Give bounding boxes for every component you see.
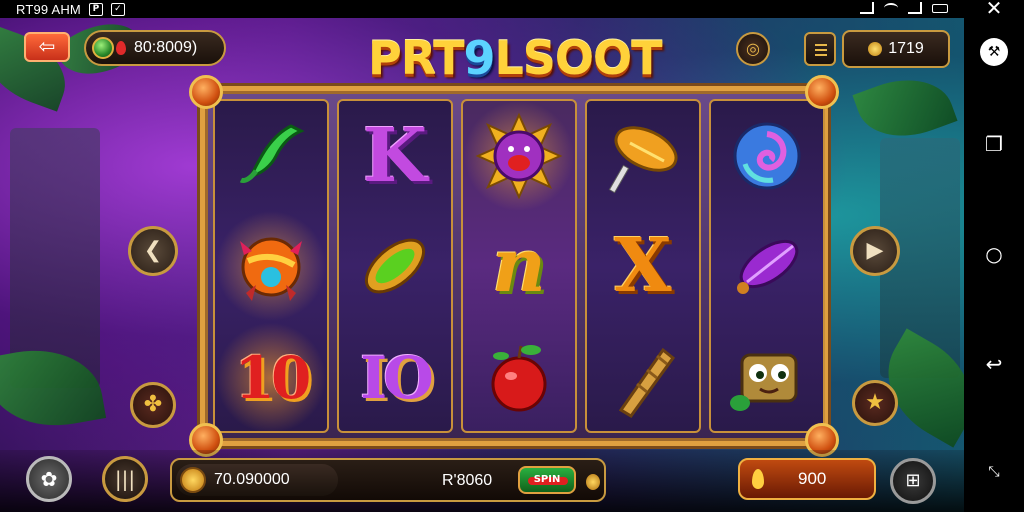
reel-3: n bbox=[461, 99, 577, 433]
bonus-button[interactable]: ✤ bbox=[130, 382, 176, 428]
gem-icon bbox=[92, 37, 114, 59]
tool-icon[interactable]: ⚒ bbox=[980, 38, 1008, 66]
balance-value: 80:8009) bbox=[134, 39, 198, 56]
clover-icon: ✤ bbox=[143, 392, 163, 417]
logo-text-c: LSOOT bbox=[494, 31, 662, 85]
coin-icon bbox=[586, 474, 600, 490]
box-creature-icon bbox=[730, 353, 798, 411]
back-button[interactable]: ⇦ bbox=[24, 32, 70, 62]
bet-panel: 70.090000 R'8060 SPIN bbox=[170, 458, 606, 502]
p-icon: P bbox=[88, 2, 103, 16]
drop-icon bbox=[116, 41, 126, 55]
bars-icon: ||| bbox=[114, 467, 136, 491]
symbol-leaf-horn bbox=[215, 101, 327, 211]
symbol-horn bbox=[587, 323, 699, 431]
reel-2: K IO bbox=[337, 99, 453, 433]
symbol-swirl-orb bbox=[711, 101, 823, 211]
coin-shop-button[interactable]: ◎ bbox=[736, 32, 770, 66]
game-logo: PRT9LSOOT bbox=[368, 30, 663, 86]
arrow-left-icon: ⇦ bbox=[38, 34, 56, 58]
symbol-letter-k: K bbox=[362, 113, 428, 199]
recents-icon[interactable]: ❐ bbox=[982, 132, 1006, 156]
bet-display[interactable]: 70.090000 bbox=[176, 464, 338, 496]
apple-icon bbox=[491, 345, 547, 412]
fullscreen-button[interactable]: ⊞ bbox=[890, 458, 936, 504]
symbol-sun-face bbox=[463, 101, 575, 211]
balance-display: 80:8009) bbox=[84, 30, 226, 66]
symbol-spiked-orb bbox=[215, 211, 327, 321]
logo-text-b: 9 bbox=[463, 31, 495, 85]
symbol-letter-x: X bbox=[614, 223, 672, 309]
spiked-orb-icon bbox=[240, 237, 302, 301]
coins-value: 1719 bbox=[888, 40, 924, 57]
symbol-box-creature bbox=[711, 323, 823, 431]
total-value: 900 bbox=[798, 469, 827, 488]
close-icon[interactable]: ✕ bbox=[982, 0, 1006, 20]
reel-4: X bbox=[585, 99, 701, 433]
previous-button[interactable]: ❮ bbox=[128, 226, 178, 276]
reel-5 bbox=[709, 99, 825, 433]
bottom-bar: ✿ ||| 70.090000 R'8060 SPIN 900 ⊞ bbox=[0, 450, 964, 512]
symbol-purple-leaf bbox=[711, 211, 823, 321]
leaf-horn-icon bbox=[239, 124, 305, 183]
status-bar: RT99 AHM P ✓ bbox=[0, 0, 964, 18]
flower-icon: ✿ bbox=[40, 467, 58, 491]
symbol-gem-leaf bbox=[339, 211, 451, 321]
next-button[interactable]: ▶ bbox=[850, 226, 900, 276]
check-icon: ✓ bbox=[110, 2, 125, 16]
star-icon: ★ bbox=[865, 390, 885, 415]
symbol-shell-hammer bbox=[587, 101, 699, 211]
battery-icon bbox=[932, 3, 948, 13]
play-icon: ▶ bbox=[866, 238, 884, 263]
back-nav-icon[interactable]: ↩ bbox=[982, 352, 1006, 376]
symbol-ten-purple: IO bbox=[360, 344, 434, 412]
game-stage: ⇦ 80:8009) PRT9LSOOT ◎ 1719 10 K IO n X … bbox=[0, 18, 964, 512]
reels-frame: 10 K IO n X bbox=[189, 75, 839, 457]
menu-button[interactable] bbox=[804, 32, 836, 66]
horn-icon bbox=[618, 347, 676, 418]
total-bet-button[interactable]: 900 bbox=[738, 458, 876, 500]
grid-icon: ⊞ bbox=[905, 470, 921, 491]
wifi-icon bbox=[884, 3, 898, 13]
win-label: R'8060 bbox=[442, 472, 493, 489]
flame-icon bbox=[752, 469, 764, 489]
logo-text-a: PRT bbox=[368, 31, 464, 85]
signal-icon bbox=[860, 2, 874, 14]
bet-coin-icon bbox=[180, 467, 206, 493]
gem-leaf-icon bbox=[365, 238, 425, 294]
favorite-button[interactable]: ★ bbox=[852, 380, 898, 426]
reel-1: 10 bbox=[213, 99, 329, 433]
status-title: RT99 AHM bbox=[16, 1, 81, 17]
spin-badge[interactable]: SPIN bbox=[518, 466, 576, 494]
frame-corner-ornament bbox=[189, 75, 223, 109]
signal-icon bbox=[908, 2, 922, 14]
sun-face-icon bbox=[475, 112, 563, 200]
bet-value: 70.090000 bbox=[214, 471, 290, 488]
frame-corner-ornament bbox=[805, 75, 839, 109]
settings-button[interactable]: ✿ bbox=[26, 456, 72, 502]
home-icon[interactable]: ○ bbox=[982, 242, 1006, 266]
expand-icon[interactable]: ⤡ bbox=[982, 460, 1006, 484]
system-nav-bar: ✕ ⚒ ❐ ○ ↩ ⤡ bbox=[964, 0, 1024, 512]
chevron-left-icon: ❮ bbox=[143, 238, 163, 263]
shell-hammer-icon bbox=[608, 126, 678, 194]
symbol-letter-n: n bbox=[492, 223, 546, 309]
coin-icon bbox=[868, 42, 883, 56]
paytable-button[interactable]: ||| bbox=[102, 456, 148, 502]
purple-leaf-icon bbox=[737, 239, 799, 294]
coins-display: 1719 bbox=[842, 30, 950, 68]
swirl-orb-icon bbox=[733, 122, 801, 190]
symbol-apple bbox=[463, 323, 575, 431]
ruin-left-decoration bbox=[10, 128, 100, 388]
symbol-ten-red: 10 bbox=[215, 323, 327, 431]
